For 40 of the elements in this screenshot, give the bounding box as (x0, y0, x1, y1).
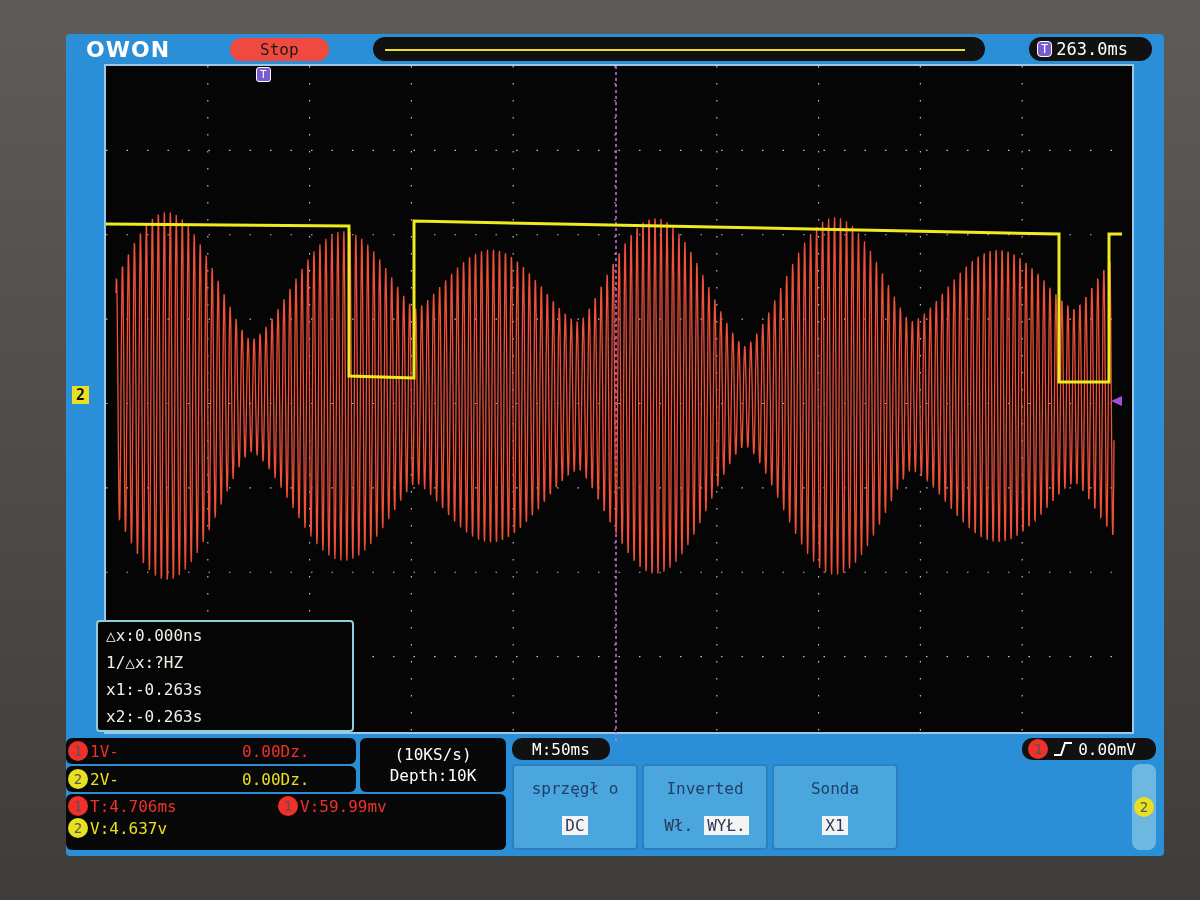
channel-badge: 1 (1028, 739, 1049, 759)
channel-badge: 2 (1134, 797, 1154, 817)
trigger-badge: T (1037, 41, 1053, 57)
channel-tab[interactable]: 2 (1132, 764, 1156, 850)
menu-button[interactable]: sprzęgł o DC (512, 764, 638, 850)
channel-badge: 2 (68, 818, 88, 838)
trigger-time: 263.0ms (1056, 39, 1128, 59)
menu-option[interactable]: WYŁ. (704, 816, 749, 835)
cursor-reading: 1/△x:?HZ (106, 653, 185, 672)
menu-title: Inverted (666, 779, 744, 798)
menu-button[interactable]: Sonda X1 (772, 764, 898, 850)
channel-badge: 2 (68, 769, 88, 789)
channel-badge: 1 (68, 741, 88, 761)
logo: OWON (86, 36, 172, 62)
menu-option[interactable]: DC (562, 816, 588, 835)
rising-edge-icon (1054, 741, 1073, 757)
memory-depth: Depth:10K (389, 766, 477, 785)
measurement-value: V:59.99mv (300, 796, 387, 816)
menu-title: Sonda (810, 779, 860, 798)
run-state-indicator[interactable]: Stop (230, 37, 329, 61)
menu-option[interactable]: Wł. (661, 816, 697, 835)
channel-badge: 1 (68, 796, 88, 816)
sample-rate: (10KS/s) (394, 745, 472, 764)
channel-scale: 2V- (90, 769, 120, 789)
cursor-reading: △x:0.000ns (106, 626, 204, 645)
channel-badge: 1 (278, 796, 298, 816)
channel-offset: 0.00Dz. (242, 741, 310, 761)
measurement-value: V:4.637v (90, 818, 168, 838)
channel-marker: 2 (72, 386, 90, 404)
channel-offset: 0.00Dz. (242, 769, 310, 789)
timebase: M:50ms (512, 738, 610, 760)
cursor-reading: x2:-0.263s (106, 707, 204, 726)
trigger-level: 0.00mV (1078, 739, 1136, 759)
measurement-value: T:4.706ms (90, 796, 177, 816)
menu-option[interactable]: X1 (822, 816, 848, 835)
cursor-reading: x1:-0.263s (106, 680, 204, 699)
channel-scale: 1V- (90, 741, 120, 761)
menu-title: sprzęgł o (531, 779, 619, 798)
trigger-position-badge: T (256, 67, 271, 82)
menu-button[interactable]: Inverted Wł. WYŁ. (642, 764, 768, 850)
